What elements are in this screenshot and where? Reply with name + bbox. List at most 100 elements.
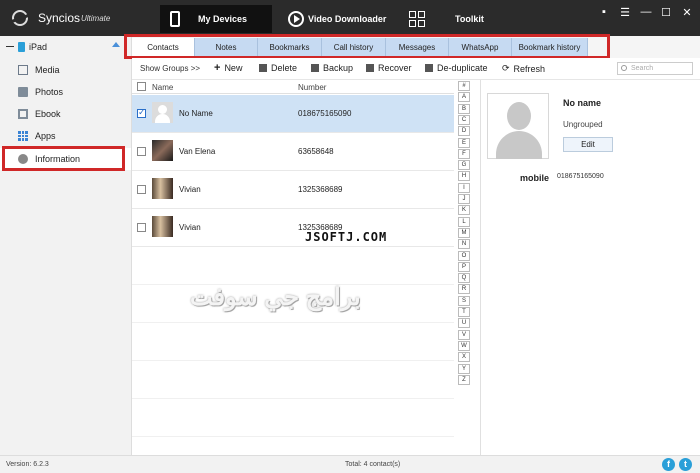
contact-name: Vivian bbox=[179, 185, 201, 194]
plus-icon: + bbox=[214, 62, 221, 74]
contact-number: 63658648 bbox=[298, 147, 334, 156]
table-row[interactable]: Vivian 1325368689 bbox=[132, 209, 454, 247]
alphabet-index-letter[interactable]: I bbox=[458, 182, 470, 193]
backup-label: Backup bbox=[323, 63, 354, 73]
alphabet-index-letter[interactable]: D bbox=[458, 126, 470, 137]
maximize-button[interactable]: ☐ bbox=[659, 6, 673, 19]
row-checkbox[interactable] bbox=[137, 147, 146, 156]
alphabet-index-letter[interactable]: G bbox=[458, 160, 470, 171]
alphabet-index-letter[interactable]: # bbox=[458, 81, 470, 91]
deduplicate-button[interactable]: De-duplicate bbox=[425, 63, 488, 73]
contact-avatar bbox=[152, 102, 173, 123]
alphabet-index-letter[interactable]: U bbox=[458, 318, 470, 329]
alphabet-index-letter[interactable]: F bbox=[458, 148, 470, 159]
alphabet-index-letter[interactable]: X bbox=[458, 352, 470, 363]
contact-name: No Name bbox=[179, 109, 213, 118]
nav-toolkit[interactable]: Toolkit bbox=[404, 5, 484, 33]
phone-icon bbox=[170, 11, 180, 27]
alphabet-index-letter[interactable]: M bbox=[458, 227, 470, 238]
alphabet-index-letter[interactable]: Z bbox=[458, 374, 470, 385]
refresh-button[interactable]: ⟳ Refresh bbox=[502, 63, 545, 74]
contact-photo-placeholder bbox=[487, 93, 549, 159]
twitter-icon[interactable]: t bbox=[679, 458, 692, 471]
device-row[interactable]: iPad bbox=[0, 36, 132, 57]
nav-my-devices-label: My Devices bbox=[198, 14, 248, 24]
alphabet-index-letter[interactable]: B bbox=[458, 103, 470, 114]
nav-toolkit-label: Toolkit bbox=[455, 14, 484, 24]
sidebar-item-label: Apps bbox=[35, 131, 56, 141]
alphabet-index-letter[interactable]: N bbox=[458, 239, 470, 250]
alphabet-index-letter[interactable]: J bbox=[458, 194, 470, 204]
recover-button[interactable]: Recover bbox=[366, 63, 412, 73]
alphabet-index-letter[interactable]: A bbox=[458, 92, 470, 103]
search-icon bbox=[621, 65, 627, 71]
photos-icon bbox=[18, 87, 28, 97]
menu-icon[interactable]: ☰ bbox=[618, 6, 632, 19]
contact-name: Van Elena bbox=[179, 147, 216, 156]
sidebar-item-ebook[interactable]: Ebook bbox=[0, 103, 131, 125]
tablet-icon bbox=[18, 41, 25, 52]
sidebar-item-label: Media bbox=[35, 65, 60, 75]
show-groups-toggle[interactable]: Show Groups >> bbox=[140, 64, 200, 73]
collapse-icon[interactable] bbox=[6, 46, 14, 47]
nav-video-downloader[interactable]: Video Downloader bbox=[282, 5, 402, 33]
backup-button[interactable]: Backup bbox=[311, 63, 353, 73]
search-input[interactable]: Search bbox=[617, 62, 693, 75]
row-checkbox[interactable] bbox=[137, 107, 146, 118]
minimize-button[interactable]: — bbox=[639, 6, 653, 18]
alphabet-index-letter[interactable]: Q bbox=[458, 273, 470, 284]
information-highlight-box bbox=[2, 146, 125, 171]
alphabet-index-letter[interactable]: E bbox=[458, 137, 470, 148]
sidebar-item-label: Ebook bbox=[35, 109, 61, 119]
alphabet-index-letter[interactable]: P bbox=[458, 261, 470, 272]
contact-avatar bbox=[152, 178, 173, 199]
alphabet-index-letter[interactable]: T bbox=[458, 307, 470, 317]
name-column-header[interactable]: Name bbox=[152, 83, 173, 92]
contact-number: 018675165090 bbox=[298, 109, 352, 118]
table-row[interactable]: No Name 018675165090 bbox=[132, 95, 454, 133]
empty-row bbox=[132, 399, 454, 437]
alphabet-index-letter[interactable]: R bbox=[458, 284, 470, 295]
number-column-header[interactable]: Number bbox=[298, 83, 326, 92]
delete-button[interactable]: Delete bbox=[259, 63, 297, 73]
facebook-icon[interactable]: f bbox=[662, 458, 675, 471]
sidebar-item-label: Photos bbox=[35, 87, 64, 97]
new-button[interactable]: + New bbox=[214, 62, 242, 74]
detail-contact-group: Ungrouped bbox=[563, 120, 603, 129]
alphabet-index-letter[interactable]: Y bbox=[458, 363, 470, 374]
detail-contact-name: No name bbox=[563, 98, 602, 108]
row-checkbox[interactable] bbox=[137, 223, 146, 232]
sidebar: iPad Media Photos Ebook Apps Information bbox=[0, 36, 132, 455]
sidebar-item-apps[interactable]: Apps bbox=[0, 125, 131, 147]
alphabet-index-letter[interactable]: K bbox=[458, 205, 470, 216]
alphabet-index-letter[interactable]: S bbox=[458, 295, 470, 306]
row-checkbox[interactable] bbox=[137, 185, 146, 194]
eject-icon[interactable] bbox=[112, 42, 120, 47]
detail-field-label: mobile bbox=[520, 173, 550, 183]
contact-avatar bbox=[152, 216, 173, 237]
nav-video-downloader-label: Video Downloader bbox=[308, 14, 387, 24]
nav-my-devices[interactable]: My Devices bbox=[160, 5, 272, 33]
table-row[interactable]: Vivian 1325368689 bbox=[132, 171, 454, 209]
sidebar-item-photos[interactable]: Photos bbox=[0, 81, 131, 103]
sidebar-item-media[interactable]: Media bbox=[0, 59, 131, 81]
recover-label: Recover bbox=[378, 63, 412, 73]
apps-icon bbox=[18, 131, 28, 141]
alphabet-index-letter[interactable]: W bbox=[458, 340, 470, 351]
table-row[interactable]: Van Elena 63658648 bbox=[132, 133, 454, 171]
refresh-label: Refresh bbox=[513, 63, 546, 74]
alphabet-index-letter[interactable]: L bbox=[458, 216, 470, 227]
media-icon bbox=[18, 65, 28, 75]
select-all-checkbox[interactable] bbox=[137, 82, 146, 91]
close-button[interactable]: ✕ bbox=[680, 6, 694, 19]
alphabet-index-letter[interactable]: V bbox=[458, 329, 470, 340]
ebook-icon bbox=[18, 109, 28, 119]
alphabet-index-letter[interactable]: C bbox=[458, 114, 470, 125]
alphabet-index-letter[interactable]: H bbox=[458, 171, 470, 182]
edit-button[interactable]: Edit bbox=[563, 137, 613, 152]
alphabet-index-letter[interactable]: O bbox=[458, 250, 470, 261]
empty-row bbox=[132, 361, 454, 399]
app-edition: Ultimate bbox=[81, 14, 111, 23]
trash-icon bbox=[259, 64, 267, 72]
feedback-icon[interactable]: ▪ bbox=[597, 6, 611, 18]
